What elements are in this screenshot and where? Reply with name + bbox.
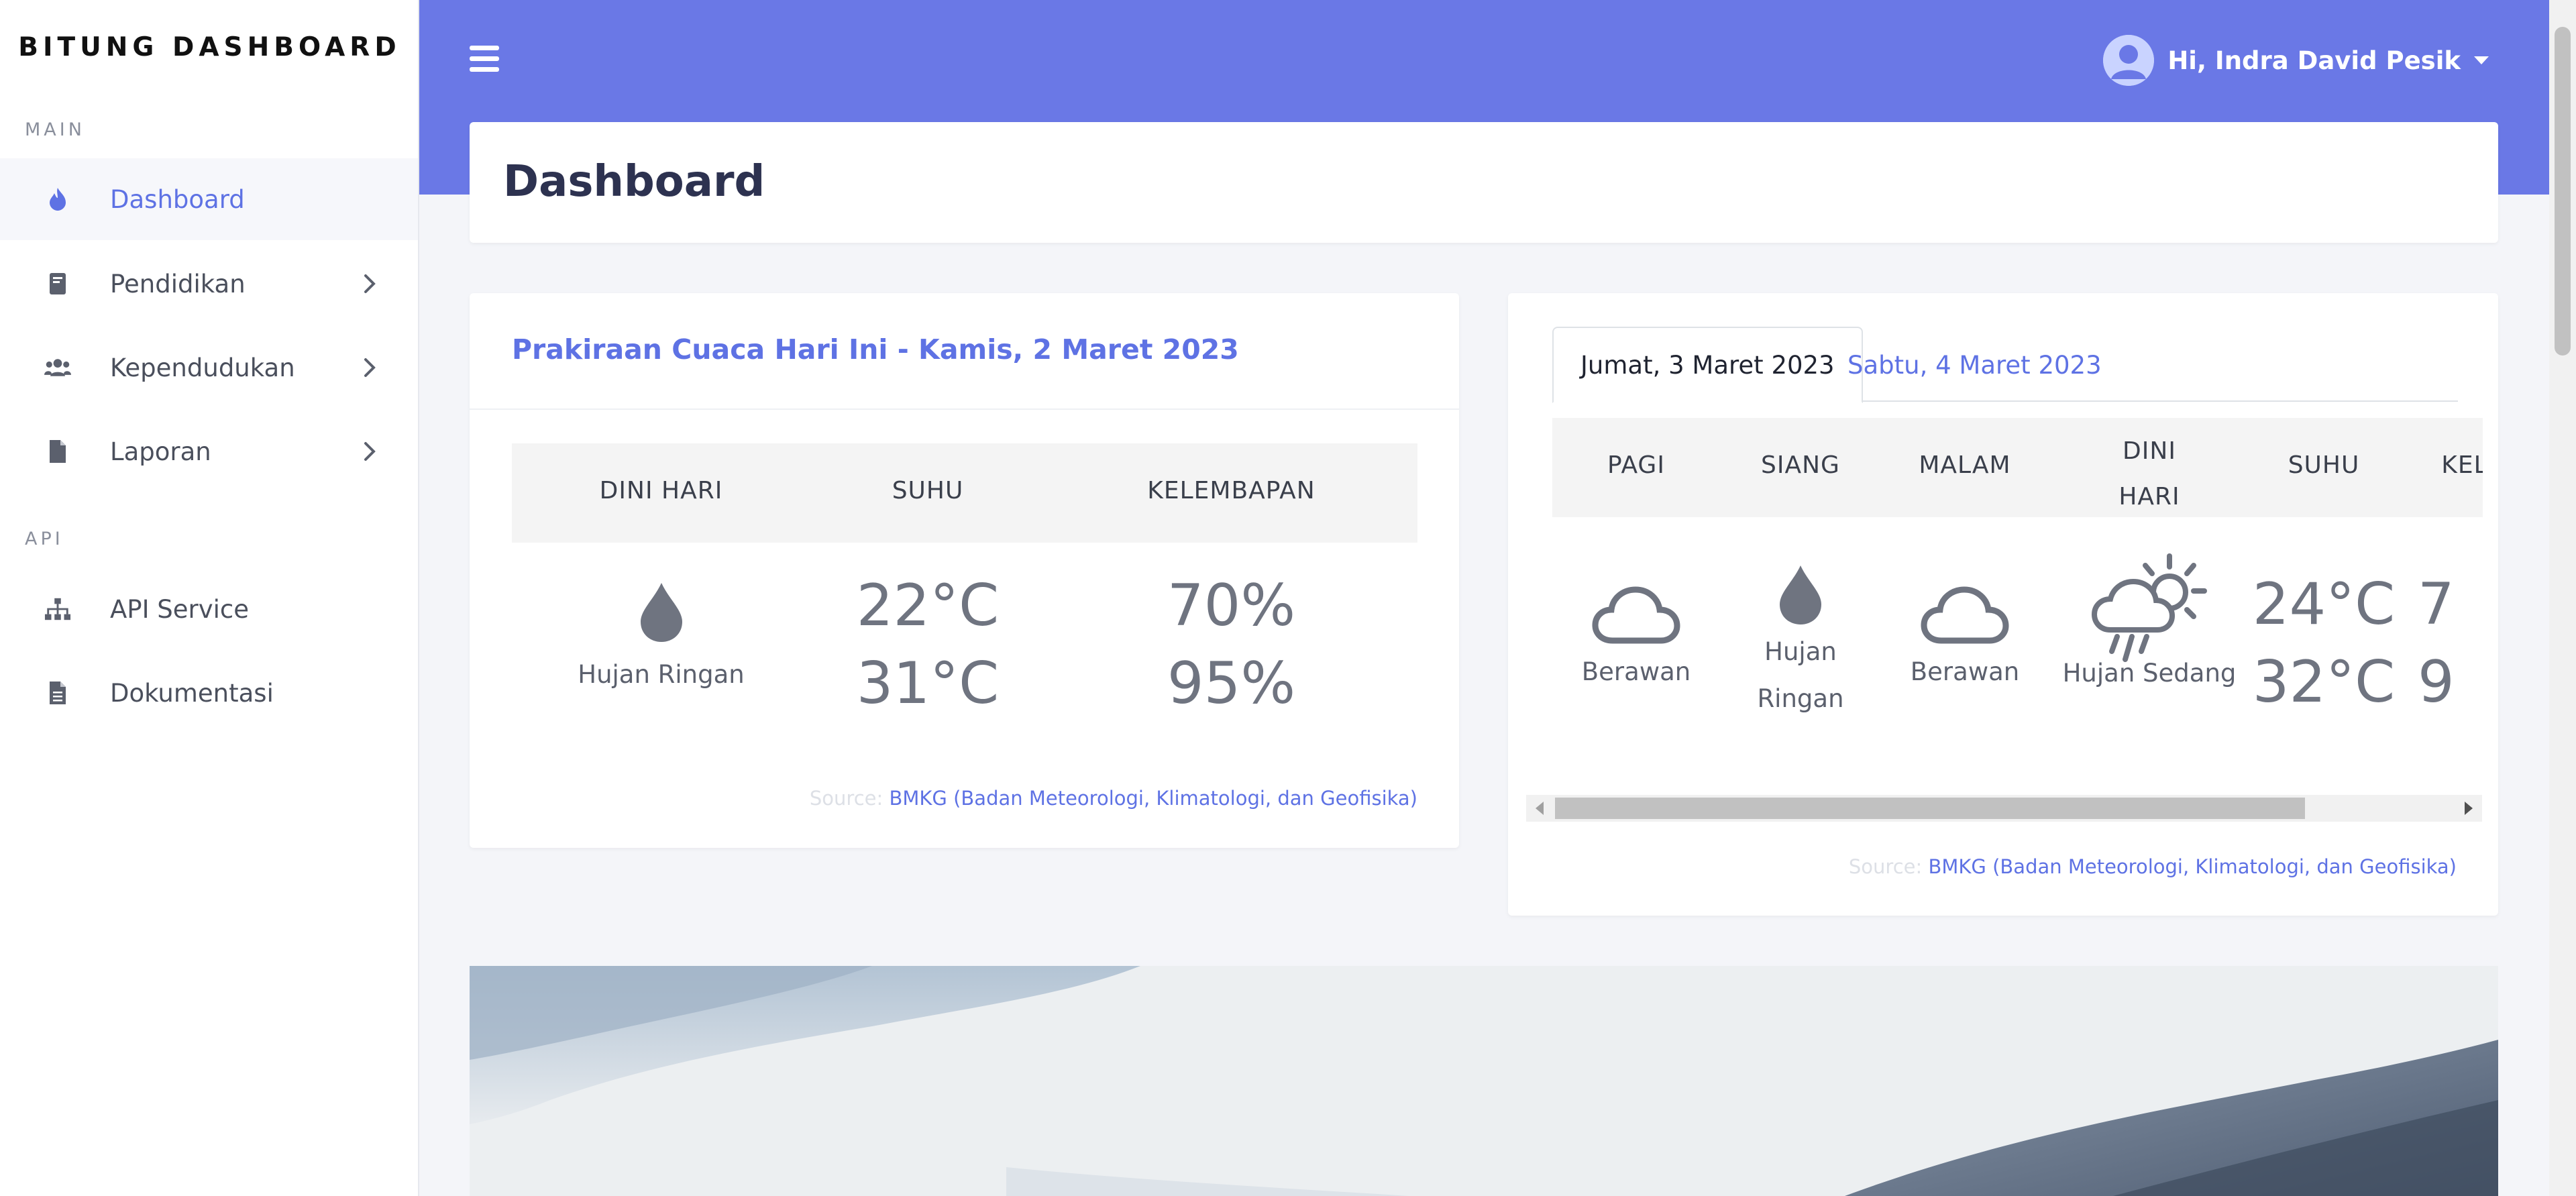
menu-toggle-icon[interactable]: [470, 46, 499, 72]
sidebar-item-label: Pendidikan: [110, 269, 246, 298]
sidebar-item-label: API Service: [110, 594, 250, 624]
fire-icon: [44, 186, 71, 213]
column-header-line: HARI: [2118, 483, 2180, 510]
column-header-siang: SIANG: [1761, 451, 1840, 479]
file-icon: [44, 438, 71, 465]
column-header-suhu: SUHU: [892, 477, 964, 504]
humidity-max: 95%: [1167, 650, 1296, 717]
mountain-image: [470, 966, 2498, 1196]
sidebar-item-label: Dashboard: [110, 184, 245, 214]
page-scrollbar-thumb[interactable]: [2555, 27, 2571, 356]
cloud-icon: [1921, 586, 2009, 644]
weather-cell-dini-hari: Hujan Sedang: [2049, 551, 2250, 697]
weather-label: Berawan: [1910, 657, 2020, 686]
table-header: PAGI SIANG MALAM DINI HARI SUHU KEL: [1552, 418, 2483, 517]
sidebar-item-dashboard[interactable]: Dashboard: [0, 158, 418, 240]
column-header-dini-hari: DINI HARI: [2049, 429, 2250, 520]
raindrop-icon: [640, 583, 682, 642]
sidebar-item-kependudukan[interactable]: Kependudukan: [0, 327, 418, 409]
document-icon: [44, 679, 71, 706]
chevron-right-icon: [364, 358, 376, 377]
humidity-min: 7: [2418, 571, 2455, 638]
temperature-min: 24°C: [2252, 571, 2396, 638]
cloud-sun-rain-icon: [2091, 553, 2207, 662]
cloud-icon: [1592, 586, 1680, 644]
weather-label: Hujan Ringan: [578, 660, 745, 689]
weather-label: Hujan Ringan: [1720, 629, 1881, 722]
sidebar-item-api-service[interactable]: API Service: [0, 568, 418, 650]
forecast-table-scroll[interactable]: PAGI SIANG MALAM DINI HARI SUHU KEL Bera…: [1552, 418, 2483, 790]
weather-label-line: Ringan: [1757, 684, 1844, 713]
weather-cell-siang: Hujan Ringan: [1720, 564, 1881, 722]
forecast-card: Jumat, 3 Maret 2023 Sabtu, 4 Maret 2023 …: [1508, 293, 2498, 916]
book-icon: [44, 270, 71, 297]
humidity-min: 70%: [1167, 572, 1296, 639]
brand-logo-text[interactable]: BITUNG DASHBOARD: [0, 32, 419, 62]
page-header-card: Dashboard: [470, 122, 2498, 243]
sidebar: BITUNG DASHBOARD MAIN Dashboard Pendidik…: [0, 0, 419, 1196]
weather-label-line: Hujan: [1764, 637, 1837, 666]
sidebar-item-label: Kependudukan: [110, 353, 295, 382]
section-label-main: MAIN: [25, 119, 85, 140]
column-header-kelembapan: KEL: [2441, 451, 2483, 479]
user-menu[interactable]: Hi, Indra David Pesik: [2103, 35, 2489, 86]
column-header-malam: MALAM: [1919, 451, 2011, 479]
source-note: Source: BMKG (Badan Meteorologi, Klimato…: [810, 787, 1417, 810]
column-header-kelembapan: KELEMBAPAN: [1147, 477, 1316, 504]
users-icon: [44, 354, 71, 381]
sidebar-item-label: Laporan: [110, 437, 211, 466]
card-title: Prakiraan Cuaca Hari Ini - Kamis, 2 Mare…: [512, 333, 1239, 366]
table-header: DINI HARI SUHU KELEMBAPAN: [512, 443, 1417, 543]
today-forecast-card: Prakiraan Cuaca Hari Ini - Kamis, 2 Mare…: [470, 293, 1459, 848]
humidity-cell: 70% 95%: [1045, 567, 1417, 722]
user-greeting: Hi, Indra David Pesik: [2167, 46, 2461, 75]
source-label: Source:: [809, 787, 883, 810]
sitemap-icon: [44, 596, 71, 622]
sidebar-item-dokumentasi[interactable]: Dokumentasi: [0, 652, 418, 734]
weather-cell-pagi: Berawan: [1552, 579, 1720, 696]
source-link[interactable]: BMKG (Badan Meteorologi, Klimatologi, da…: [1928, 855, 2457, 878]
temperature-cell: 24°C 32°C: [2250, 565, 2398, 721]
weather-cell: Hujan Ringan: [512, 582, 810, 698]
page-title: Dashboard: [503, 157, 765, 207]
column-header-dini-hari: DINI HARI: [599, 477, 723, 504]
temperature-max: 31°C: [856, 650, 1000, 717]
raindrop-icon: [1780, 565, 1821, 624]
card-header: Prakiraan Cuaca Hari Ini - Kamis, 2 Mare…: [470, 293, 1459, 410]
column-header-pagi: PAGI: [1607, 451, 1665, 479]
horizontal-scrollbar[interactable]: [1526, 795, 2482, 822]
page-scrollbar[interactable]: [2549, 0, 2576, 1196]
app-window: BITUNG DASHBOARD MAIN Dashboard Pendidik…: [0, 0, 2576, 1196]
avatar: [2103, 35, 2155, 86]
scrollbar-thumb[interactable]: [1555, 798, 2305, 819]
scroll-left-icon[interactable]: [1536, 802, 1544, 815]
column-header-line: DINI: [2123, 437, 2176, 465]
sidebar-item-label: Dokumentasi: [110, 678, 274, 708]
humidity-cell-partial: 7 9: [2418, 565, 2483, 721]
caret-down-icon: [2474, 56, 2489, 64]
weather-label: Berawan: [1581, 657, 1691, 686]
section-label-api: API: [25, 529, 64, 549]
chevron-right-icon: [364, 442, 376, 461]
chevron-right-icon: [364, 274, 376, 293]
landscape-photo: [470, 966, 2498, 1196]
weather-label: Hujan Sedang: [2062, 659, 2237, 688]
sidebar-item-laporan[interactable]: Laporan: [0, 411, 418, 492]
source-label: Source:: [1848, 855, 1923, 878]
temperature-max: 32°C: [2252, 649, 2396, 716]
scroll-right-icon[interactable]: [2465, 802, 2473, 815]
tab-jumat[interactable]: Jumat, 3 Maret 2023: [1552, 327, 1863, 403]
sidebar-item-pendidikan[interactable]: Pendidikan: [0, 243, 418, 325]
column-header-suhu: SUHU: [2288, 451, 2360, 479]
source-link[interactable]: BMKG (Badan Meteorologi, Klimatologi, da…: [889, 787, 1417, 810]
weather-cell-malam: Berawan: [1881, 579, 2049, 696]
humidity-max: 9: [2418, 649, 2455, 716]
temperature-min: 22°C: [856, 572, 1000, 639]
temperature-cell: 22°C 31°C: [810, 567, 1045, 722]
forecast-tabs: Jumat, 3 Maret 2023 Sabtu, 4 Maret 2023: [1552, 327, 2458, 403]
tab-sabtu[interactable]: Sabtu, 4 Maret 2023: [1821, 327, 2129, 403]
source-note: Source: BMKG (Badan Meteorologi, Klimato…: [1849, 855, 2457, 878]
